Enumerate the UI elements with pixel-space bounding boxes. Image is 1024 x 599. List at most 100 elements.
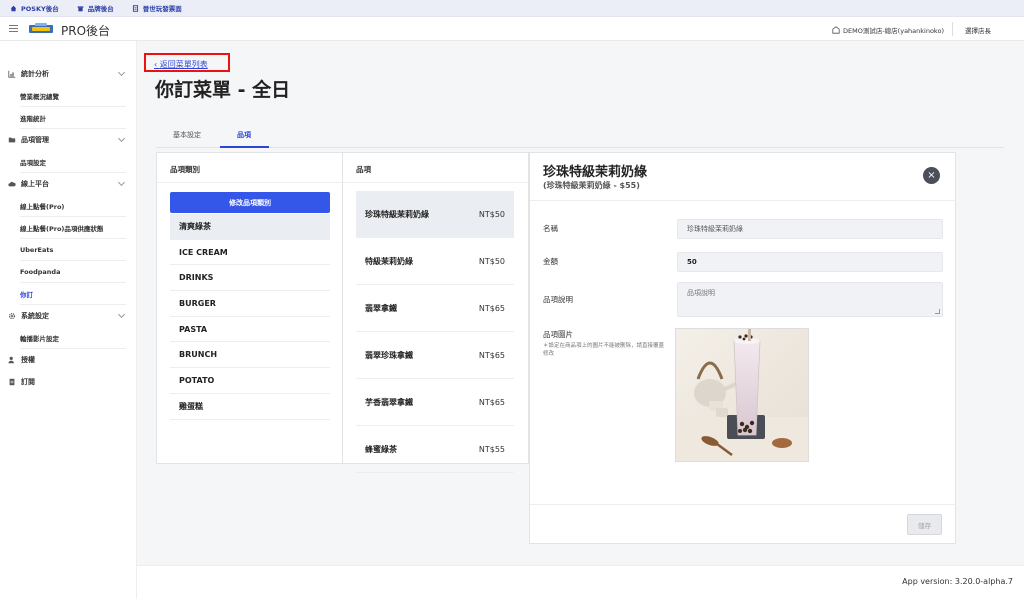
item-price: NT$65 [478,397,505,407]
header-divider [952,22,953,36]
topbar-link-brand[interactable]: 品牌後台 [77,3,114,13]
sidebar-item-online-order[interactable]: 線上點餐(Pro) [20,195,126,217]
sidebar-group-label: 授權 [21,356,35,364]
panel-divider [343,182,528,183]
home-icon [10,5,17,11]
name-field-label: 名稱 [543,224,558,233]
sidebar-item-item-settings[interactable]: 品項設定 [20,151,126,173]
item-price: NT$65 [478,350,505,360]
sidebar-item-overview[interactable]: 營業概況總覽 [20,85,126,107]
category-list: 清爽綠茶 ICE CREAM DRINKS BURGER PASTA BRUNC… [170,214,330,420]
resize-handle-icon[interactable] [935,309,940,314]
price-field-label: 金額 [543,257,558,266]
item-name: 珍珠特級茉莉奶綠 [365,209,429,219]
app-brand-title: PRO後台 [61,24,111,38]
category-item[interactable]: ICE CREAM [170,240,330,266]
sidebar-item-foodpanda[interactable]: Foodpanda [20,261,126,283]
category-item[interactable]: POTATO [170,368,330,394]
tab-basic-settings[interactable]: 基本設定 [173,130,201,140]
sidebar-group-subscription[interactable]: 訂閱 [0,371,136,393]
milk-tea-photo [676,329,808,461]
description-field-label: 品項說明 [543,295,573,304]
sidebar-group-label: 線上平台 [21,180,49,188]
image-field-label: 品項圖片 [543,330,573,339]
list-item[interactable]: 翡翠拿鐵 NT$65 [356,285,514,332]
tab-items[interactable]: 品項 [237,130,251,140]
sidebar-item-nidin[interactable]: 你訂 [20,283,126,305]
list-item[interactable]: 蜂蜜綠茶 NT$55 [356,426,514,473]
chevron-down-icon [117,178,126,187]
sidebar-item-ubereats[interactable]: UberEats [20,239,126,261]
topbar-link-posky[interactable]: POSKY後台 [10,3,59,13]
chevron-down-icon [117,68,126,77]
folder-icon [8,137,16,143]
category-item[interactable]: PASTA [170,317,330,343]
category-item[interactable]: 清爽綠茶 [170,214,330,240]
sidebar-group-label: 統計分析 [21,70,49,78]
item-name: 蜂蜜綠茶 [365,444,397,454]
tab-bar: 基本設定 品項 [156,124,1004,148]
app-version: App version: 3.20.0-alpha.7 [902,577,1013,586]
item-name: 翡翠珍珠拿鐵 [365,350,413,360]
detail-item-subtitle: (珍珠特級茉莉奶綠 - $55) [543,181,640,190]
chevron-down-icon [117,310,126,319]
close-icon[interactable]: × [923,167,940,184]
sidebar-group-label: 品項管理 [21,136,49,144]
name-field[interactable]: 珍珠特級茉莉奶綠 [677,219,943,239]
back-to-menu-list-link[interactable]: ‹ 返回菜單列表 [154,59,208,70]
category-item[interactable]: BURGER [170,291,330,317]
chart-icon [8,70,16,78]
chevron-down-icon [117,134,126,143]
sidebar-item-online-order-status[interactable]: 線上點餐(Pro)品項供應狀態 [20,217,126,239]
panel-divider [530,200,955,201]
gear-icon [8,312,16,320]
category-item[interactable]: DRINKS [170,265,330,292]
topbar-link-label: 晉世玩發票面 [142,5,182,13]
list-item[interactable]: 珍珠特級茉莉奶綠 NT$50 [356,191,514,238]
footer-bar: App version: 3.20.0-alpha.7 [137,565,1024,599]
back-link-label: 返回菜單列表 [159,60,208,69]
description-textarea[interactable]: 品項說明 [677,282,943,317]
user-key-icon [8,356,14,364]
switch-manager-button[interactable]: 選擇店長 [965,25,991,35]
image-note: ＊設定在商品項上的圖片不能被刪除，請直接覆蓋修改 [543,343,665,357]
category-item[interactable]: BRUNCH [170,342,330,369]
sidebar-group-online[interactable]: 線上平台 [0,173,136,195]
topbar-link-invoice[interactable]: 晉世玩發票面 [132,3,182,13]
sidebar-group-items[interactable]: 品項管理 [0,129,136,151]
sidebar: 統計分析 營業概況總覽 進階統計 品項管理 品項設定 線上平台 線上點餐(Pro… [0,41,137,599]
list-item[interactable]: 翡翠珍珠拿鐵 NT$65 [356,332,514,379]
sidebar-group-analytics[interactable]: 統計分析 [0,63,136,85]
price-field[interactable]: 50 [677,252,943,272]
item-price: NT$50 [478,256,505,266]
sidebar-item-carousel-video[interactable]: 輪播影片設定 [20,327,126,349]
edit-category-button[interactable]: 修改品項類別 [170,192,330,213]
category-panel-title: 品項類別 [170,165,200,174]
item-price: NT$50 [478,209,505,219]
item-name: 芋香翡翠拿鐵 [365,397,413,407]
item-image[interactable] [675,328,809,462]
top-nav-bar: POSKY後台 品牌後台 晉世玩發票面 [0,0,1024,17]
sidebar-item-advanced-stats[interactable]: 進階統計 [20,107,126,129]
panel-divider [157,182,342,183]
brand-logo [29,23,53,33]
store-selector[interactable]: DEMO測試店-總店(yahankinoko) [832,25,944,35]
sidebar-group-system[interactable]: 系統設定 [0,305,136,327]
category-item[interactable]: 雞蛋糕 [170,394,330,420]
shop-icon [832,26,840,34]
item-detail-panel: 珍珠特級茉莉奶綠 (珍珠特級茉莉奶綠 - $55) × 名稱 珍珠特級茉莉奶綠 … [529,152,956,544]
list-item[interactable]: 芋香翡翠拿鐵 NT$65 [356,379,514,426]
items-panel: 品項 珍珠特級茉莉奶綠 NT$50 特級茉莉奶綠 NT$50 翡翠拿鐵 NT$65 翡… [342,152,529,473]
sidebar-group-license[interactable]: 授權 [0,349,136,371]
save-button[interactable]: 儲存 [907,514,942,535]
active-tab-indicator [220,146,269,148]
store-icon [77,5,84,11]
category-panel: 品項類別 修改品項類別 清爽綠茶 ICE CREAM DRINKS BURGER… [156,152,343,464]
topbar-link-label: POSKY後台 [21,5,59,13]
description-placeholder: 品項說明 [687,289,715,297]
store-name: DEMO測試店-總店(yahankinoko) [843,27,944,35]
hamburger-menu-icon[interactable] [9,25,18,32]
sidebar-group-label: 訂閱 [21,378,35,386]
document-icon [9,378,15,386]
list-item[interactable]: 特級茉莉奶綠 NT$50 [356,238,514,285]
